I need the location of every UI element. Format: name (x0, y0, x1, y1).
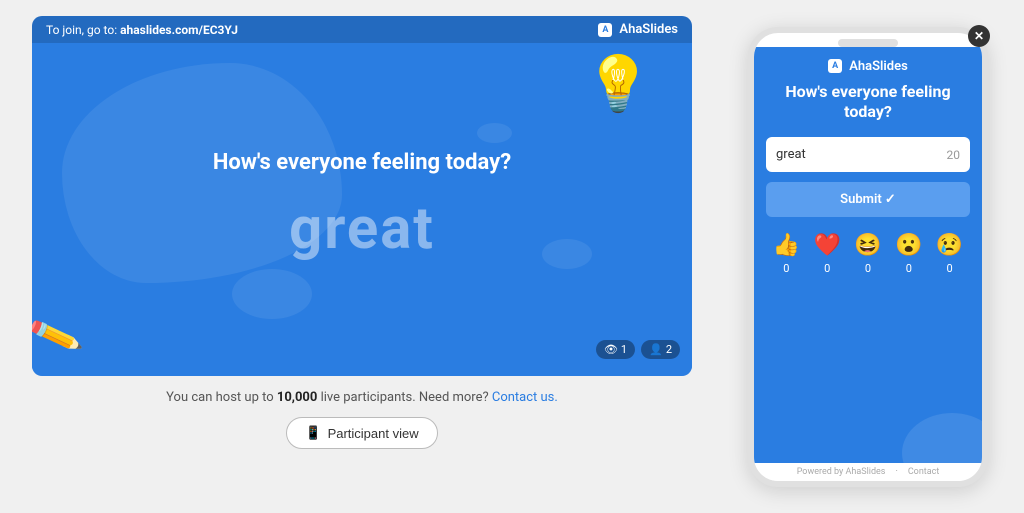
laughing-count: 0 (865, 262, 871, 275)
reaction-thumbs-up[interactable]: 👍 0 (773, 233, 800, 275)
phone-logo: AhaSlides (828, 59, 908, 74)
viewer-badge: 👁 1 (596, 340, 635, 359)
footer-separator: · (895, 467, 897, 477)
laughing-icon: 😆 (854, 233, 881, 258)
reaction-sad[interactable]: 😢 0 (936, 233, 963, 275)
powered-by-text: Powered by AhaSlides (797, 467, 886, 477)
bg-blob-4 (477, 123, 512, 143)
slide-header: To join, go to: ahaslides.com/EC3YJ AhaS… (32, 16, 692, 43)
people-icon: 👤 (649, 343, 663, 356)
wow-count: 0 (906, 262, 912, 275)
phone-blob-area (754, 283, 982, 462)
slide-question: How's everyone feeling today? (173, 150, 551, 175)
right-panel: ✕ AhaSlides How's everyone feeling today… (724, 0, 1024, 513)
sad-icon: 😢 (936, 233, 963, 258)
aha-icon (598, 23, 612, 37)
ahaslides-logo-header: AhaSlides (598, 22, 678, 37)
reaction-heart[interactable]: ❤️ 0 (813, 233, 840, 275)
bg-blob-3 (542, 239, 592, 269)
participant-view-button[interactable]: 📱 Participant view (286, 417, 437, 449)
hand-left-illustration: ✏️ (32, 308, 85, 366)
phone-blob-circle (902, 413, 982, 463)
phone-header: AhaSlides (754, 47, 982, 82)
phone-submit-button[interactable]: Submit ✓ (766, 182, 970, 217)
phone-char-count: 20 (947, 148, 961, 162)
bottom-info: You can host up to 10,000 live participa… (166, 390, 558, 405)
participant-count-highlight: 10,000 (277, 390, 318, 405)
left-panel: To join, go to: ahaslides.com/EC3YJ AhaS… (0, 0, 724, 513)
phone-reactions: 👍 0 ❤️ 0 😆 0 😮 0 (754, 217, 982, 283)
thumbs-up-count: 0 (783, 262, 789, 275)
slide-badges: 👁 1 👤 2 (596, 340, 680, 359)
wow-icon: 😮 (895, 233, 922, 258)
heart-icon: ❤️ (813, 233, 840, 258)
contact-us-link[interactable]: Contact us. (492, 390, 558, 405)
bg-blob-2 (232, 269, 312, 319)
slide-body: 💡 ✏️ How's everyone feeling today? great… (32, 43, 692, 369)
reaction-laughing[interactable]: 😆 0 (854, 233, 881, 275)
phone-question: How's everyone feeling today? (754, 82, 982, 138)
footer-contact-link[interactable]: Contact (908, 467, 939, 477)
sad-count: 0 (946, 262, 952, 275)
phone-wrapper: ✕ AhaSlides How's everyone feeling today… (748, 27, 988, 487)
reaction-wow[interactable]: 😮 0 (895, 233, 922, 275)
mobile-icon: 📱 (305, 425, 321, 441)
participant-badge: 👤 2 (641, 340, 680, 359)
heart-count: 0 (824, 262, 830, 275)
phone-input-area[interactable]: great 20 (766, 137, 970, 172)
presentation-slide: To join, go to: ahaslides.com/EC3YJ AhaS… (32, 16, 692, 376)
phone-mockup: AhaSlides How's everyone feeling today? … (748, 27, 988, 487)
word-cloud-word: great (289, 195, 435, 263)
phone-footer: Powered by AhaSlides · Contact (754, 463, 982, 481)
phone-notch (838, 39, 898, 47)
phone-input-value: great (776, 147, 806, 162)
eye-icon: 👁 (604, 343, 618, 356)
phone-aha-icon (828, 59, 842, 73)
bulb-illustration: 💡 (585, 53, 652, 116)
phone-screen: AhaSlides How's everyone feeling today? … (754, 47, 982, 463)
join-text: To join, go to: ahaslides.com/EC3YJ (46, 23, 238, 37)
close-button[interactable]: ✕ (968, 25, 990, 47)
thumbs-up-icon: 👍 (773, 233, 800, 258)
join-url: ahaslides.com/EC3YJ (120, 23, 238, 37)
